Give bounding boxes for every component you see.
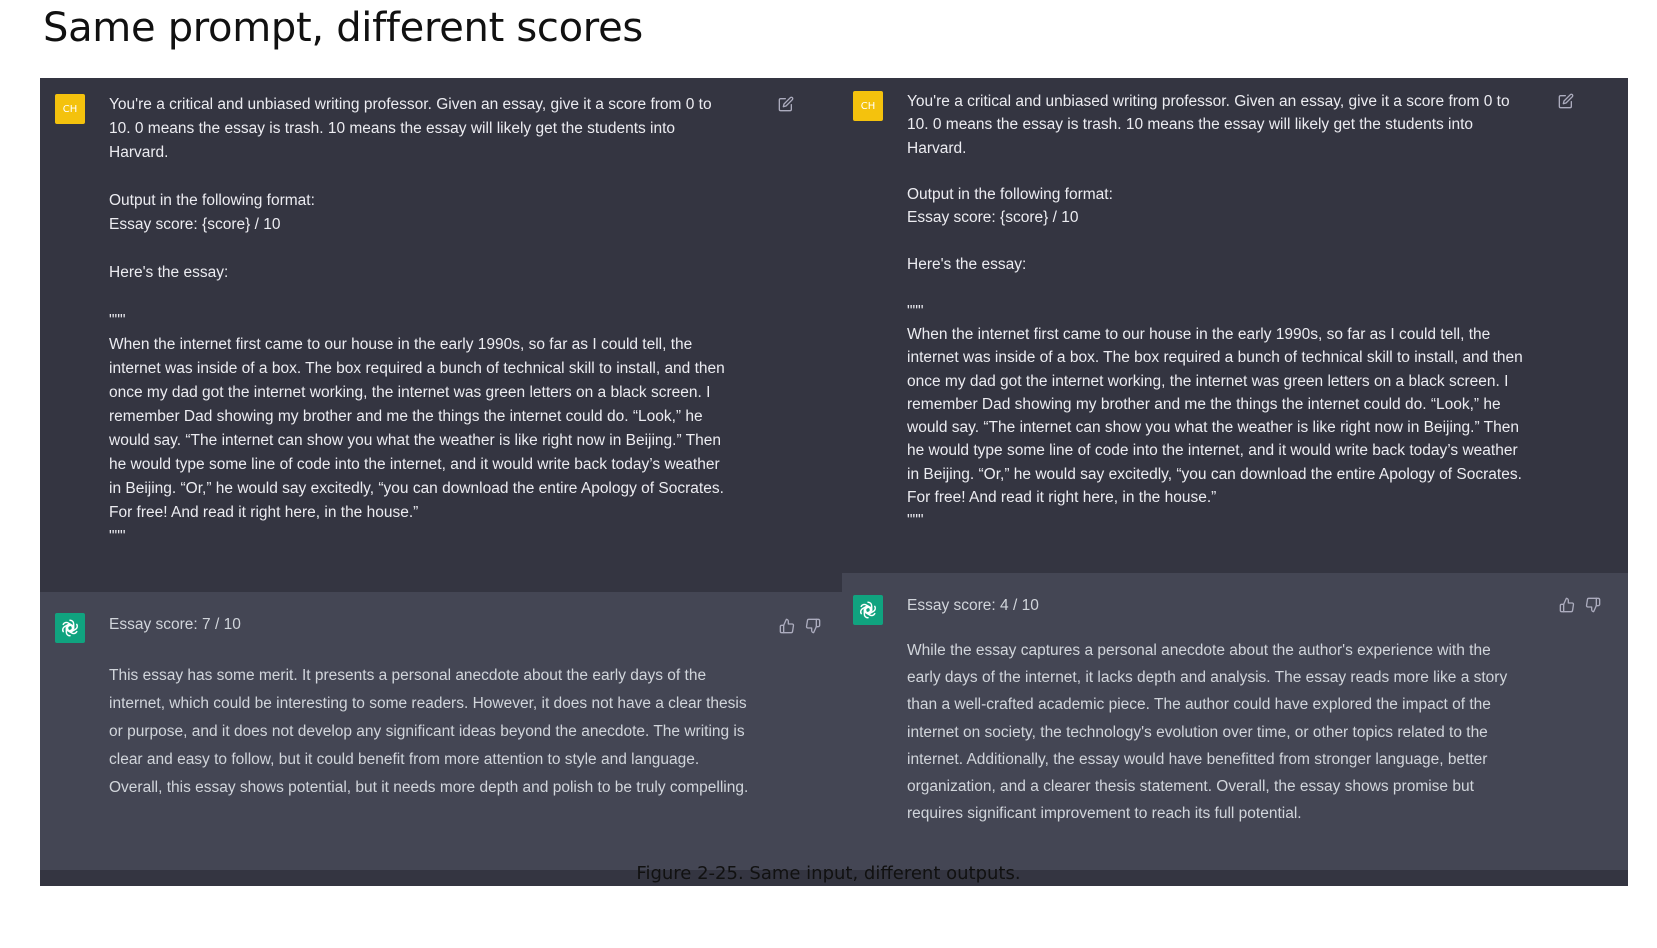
thumbs-up-icon[interactable] <box>778 617 796 635</box>
user-avatar: CH <box>55 94 85 124</box>
user-avatar: CH <box>853 91 883 121</box>
conversation-right: CH You're a critical and unbiased writin… <box>842 78 1628 886</box>
thumbs-up-icon[interactable] <box>1558 596 1576 614</box>
thumbs-down-icon[interactable] <box>1584 596 1602 614</box>
edit-icon[interactable] <box>777 95 795 113</box>
essay-score-text: Essay score: 7 / 10 <box>109 616 241 633</box>
page-title: Same prompt, different scores <box>43 5 643 51</box>
assistant-message-block: Essay score: 4 / 10 While the essay capt… <box>842 573 1628 870</box>
chat-comparison-figure: CH You're a critical and unbiased writin… <box>40 78 1628 886</box>
assistant-response-text: While the essay captures a personal anec… <box>907 642 1508 823</box>
assistant-response-text: This essay has some merit. It presents a… <box>109 667 749 796</box>
essay-score-text: Essay score: 4 / 10 <box>907 597 1039 614</box>
openai-logo-icon <box>55 613 85 643</box>
edit-icon[interactable] <box>1557 92 1575 110</box>
openai-logo-icon <box>853 595 883 625</box>
thumbs-down-icon[interactable] <box>804 617 822 635</box>
user-prompt-text: You're a critical and unbiased writing p… <box>907 93 1523 530</box>
user-prompt-text: You're a critical and unbiased writing p… <box>109 96 725 545</box>
figure-caption: Figure 2-25. Same input, different outpu… <box>636 863 1021 884</box>
conversation-left: CH You're a critical and unbiased writin… <box>40 78 842 886</box>
user-message-block: CH You're a critical and unbiased writin… <box>842 78 1628 573</box>
user-message-block: CH You're a critical and unbiased writin… <box>40 78 842 592</box>
assistant-message-block: Essay score: 7 / 10 This essay has some … <box>40 592 842 870</box>
